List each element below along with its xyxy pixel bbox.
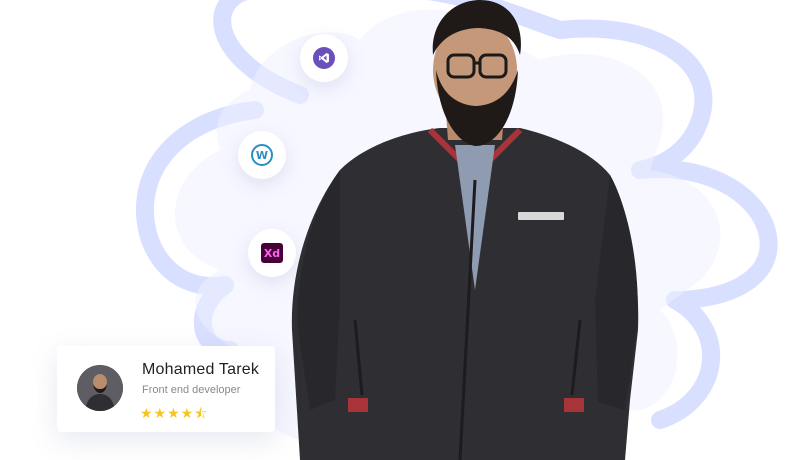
profile-card: Mohamed Tarek Front end developer ★★★★⯪: [57, 346, 275, 432]
star-rating: ★★★★⯪: [140, 406, 209, 422]
profile-name: Mohamed Tarek: [142, 361, 260, 378]
developer-photo: [291, 0, 639, 460]
profile-role: Front end developer: [142, 384, 241, 396]
hero-section: W Xd Mohamed Tarek Front end developer ★…: [0, 0, 800, 460]
avatar: [77, 365, 123, 411]
wordpress-icon: W: [251, 144, 273, 166]
wordpress-icon-badge: W: [238, 131, 286, 179]
